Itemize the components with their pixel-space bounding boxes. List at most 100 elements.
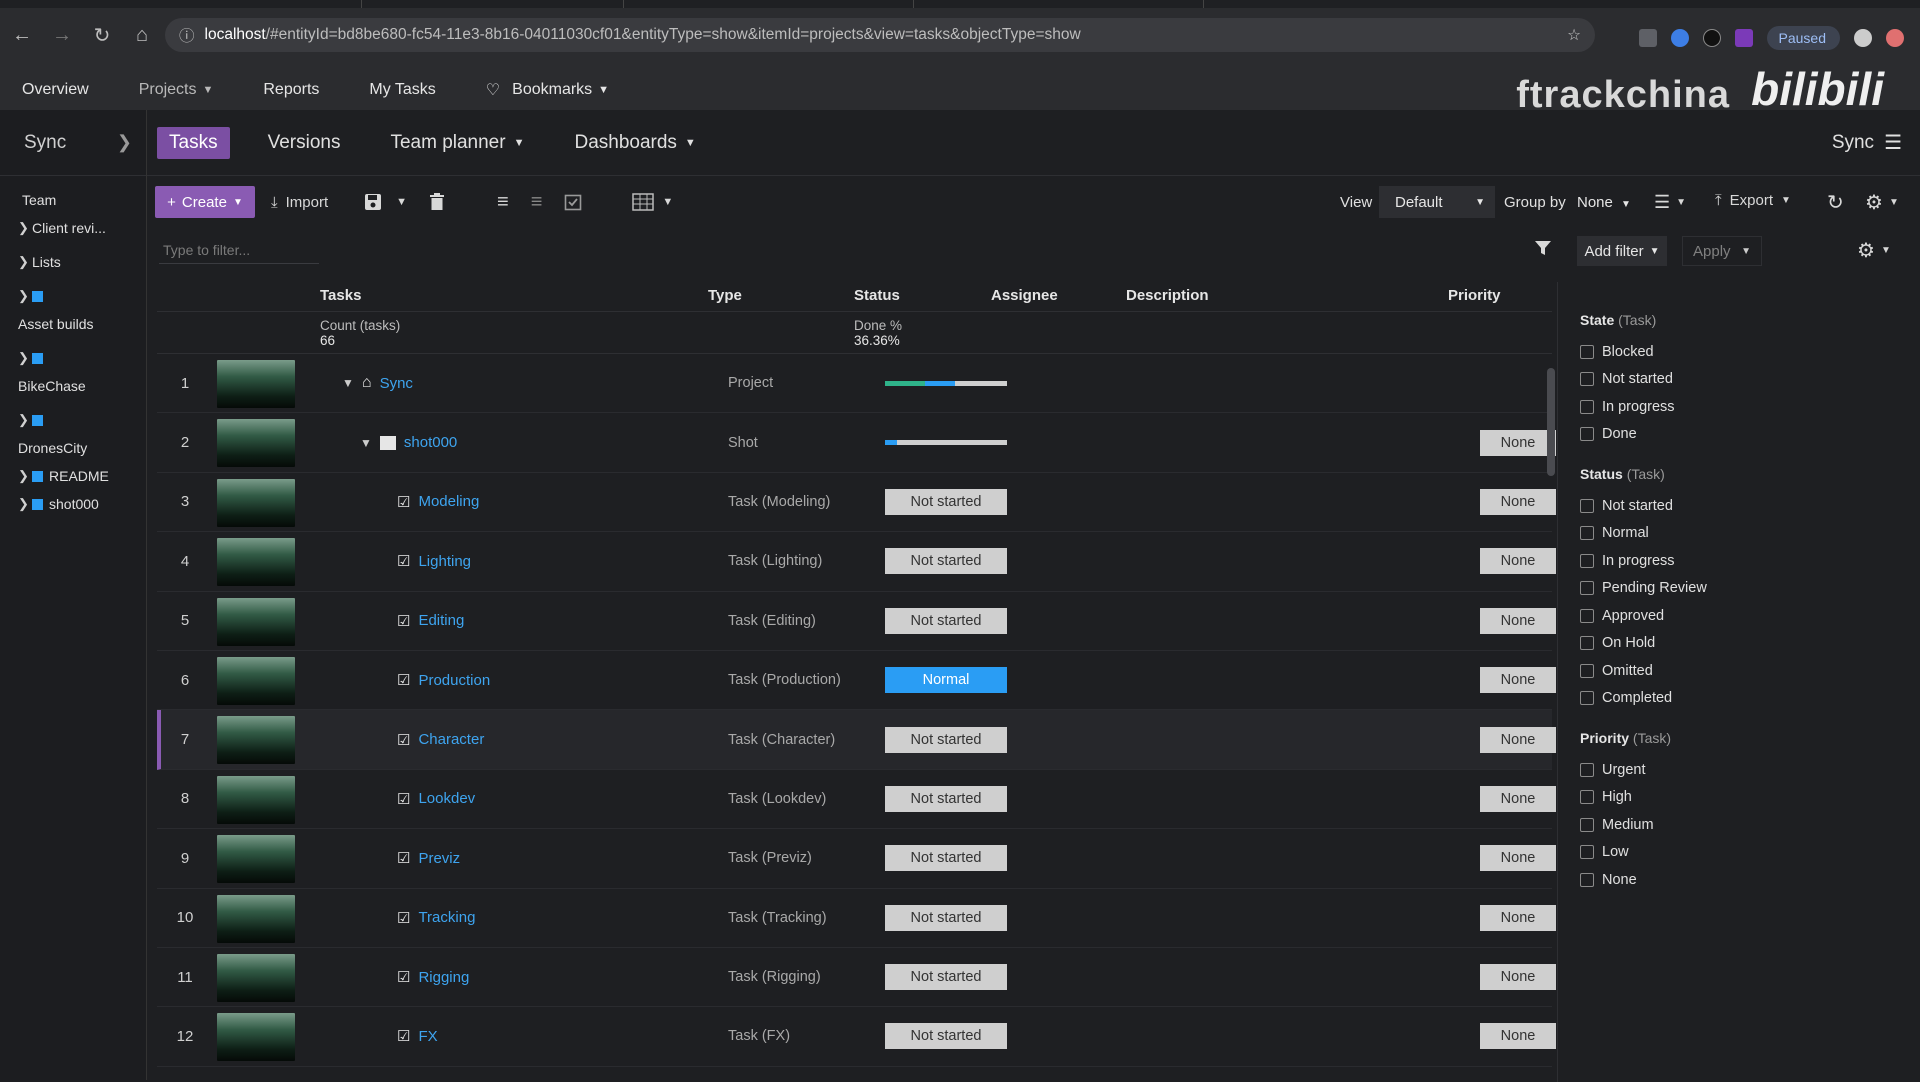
nav-overview[interactable]: Overview (22, 81, 89, 99)
column-header-priority[interactable]: Priority (1448, 287, 1501, 304)
sidebar-item-readme[interactable]: ❯ README (0, 462, 146, 490)
delete-button[interactable] (429, 193, 445, 211)
task-name[interactable]: Editing (418, 612, 464, 629)
checklist-button[interactable] (564, 193, 582, 211)
funnel-icon[interactable] (1534, 240, 1552, 256)
checkbox[interactable] (1580, 817, 1594, 832)
checkbox[interactable] (1580, 526, 1594, 541)
checkbox[interactable] (1580, 581, 1594, 596)
sidebar-item-folder[interactable]: ❯ (0, 406, 146, 434)
task-name-cell[interactable]: ☑ Rigging (397, 968, 469, 987)
refresh-button[interactable]: ↻ (1827, 190, 1844, 215)
tab-dashboards[interactable]: Dashboards ▼ (562, 127, 707, 159)
checkbox[interactable] (1580, 663, 1594, 678)
update-icon[interactable] (1886, 29, 1904, 47)
priority-cell[interactable]: None (1480, 488, 1556, 515)
table-row[interactable]: 8 ☑ Lookdev Task (Lookdev) Not started No… (157, 770, 1556, 830)
priority-cell[interactable]: None (1480, 785, 1556, 812)
thumbnail[interactable] (217, 597, 295, 646)
thumbnail[interactable] (217, 419, 295, 468)
checkbox[interactable] (1580, 427, 1594, 442)
table-row[interactable]: 2 ▼ shot000 Shot None (157, 413, 1556, 473)
grid-layout-button[interactable] (632, 193, 655, 211)
thumbnail[interactable] (217, 835, 295, 884)
nav-my-tasks[interactable]: My Tasks (369, 81, 435, 99)
save-view-button[interactable] (364, 193, 382, 211)
filter-option[interactable]: High (1580, 784, 1920, 812)
filter-option[interactable]: Normal (1580, 520, 1920, 548)
task-name-cell[interactable]: ☑ Character (397, 731, 484, 749)
status-badge[interactable]: Not started (885, 607, 1007, 634)
status-badge[interactable]: Not started (885, 1023, 1007, 1050)
thumbnail[interactable] (217, 953, 295, 1002)
status-badge[interactable]: Not started (885, 845, 1007, 872)
checkbox[interactable] (1580, 399, 1594, 414)
sidebar-item-shot000[interactable]: ❯ shot000 (0, 490, 146, 518)
table-row[interactable]: 5 ☑ Editing Task (Editing) Not started No… (157, 592, 1556, 651)
filter-option[interactable]: Omitted (1580, 657, 1920, 685)
create-button[interactable]: + Create ▼ (155, 186, 255, 218)
sidebar-item-client-review[interactable]: ❯ Client revi... (0, 214, 146, 242)
task-name-cell[interactable]: ▼ shot000 (360, 434, 457, 451)
view-select[interactable]: Default ▼ (1379, 186, 1495, 218)
checkbox[interactable] (1580, 372, 1594, 387)
sidebar-item-bikechase[interactable]: BikeChase (0, 372, 146, 400)
column-header-assignee[interactable]: Assignee (991, 287, 1058, 304)
checkbox[interactable] (1580, 608, 1594, 623)
group-by-select[interactable]: None ▼ (1577, 194, 1631, 211)
extension-icon[interactable] (1734, 29, 1753, 47)
task-name-cell[interactable]: ▼ ⌂ Sync (342, 374, 413, 392)
thumbnail[interactable] (217, 775, 295, 824)
priority-cell[interactable]: None (1480, 726, 1556, 753)
grid-scrollbar[interactable] (1547, 368, 1555, 476)
filter-option[interactable]: On Hold (1580, 630, 1920, 658)
task-name-cell[interactable]: ☑ Production (397, 671, 490, 690)
table-row[interactable]: 10 ☑ Tracking Task (Tracking) Not started… (157, 889, 1556, 948)
add-filter-button[interactable]: Add filter ▼ (1577, 236, 1667, 266)
priority-cell[interactable]: None (1480, 548, 1556, 575)
task-name[interactable]: shot000 (404, 434, 457, 451)
table-row[interactable]: 6 ☑ Production Task (Production) Normal N… (157, 651, 1556, 711)
column-header-type[interactable]: Type (708, 287, 742, 304)
table-row[interactable]: 1 ▼ ⌂ Sync Project (157, 354, 1552, 414)
sidebar-item-folder[interactable]: ❯ (0, 282, 146, 310)
checkbox[interactable] (1580, 845, 1594, 860)
sidebar-item-team[interactable]: Team (0, 186, 146, 214)
status-badge[interactable]: Not started (885, 785, 1007, 812)
grid-layout-dropdown[interactable]: ▼ (662, 196, 673, 208)
task-name[interactable]: Previz (418, 850, 460, 867)
avatar[interactable] (1854, 29, 1872, 47)
status-badge[interactable]: Not started (885, 726, 1007, 753)
priority-cell[interactable]: None (1480, 904, 1556, 931)
status-badge[interactable]: Normal (885, 667, 1007, 694)
sidebar-item-folder[interactable]: ❯ (0, 344, 146, 372)
status-badge[interactable]: Not started (885, 548, 1007, 575)
sidebar-item-dronescity[interactable]: DronesCity (0, 434, 146, 462)
checkbox[interactable] (1580, 872, 1594, 887)
task-name-cell[interactable]: ☑ Modeling (397, 493, 479, 511)
task-name[interactable]: Tracking (418, 909, 475, 926)
task-name-cell[interactable]: ☑ Tracking (397, 909, 475, 927)
sidebar-item-lists[interactable]: ❯ Lists (0, 248, 146, 276)
back-icon[interactable]: ← (4, 17, 40, 53)
checkbox[interactable] (1580, 498, 1594, 513)
filter-option[interactable]: Done (1580, 421, 1920, 449)
settings-button[interactable]: ⚙ ▼ (1865, 190, 1899, 215)
task-name-cell[interactable]: ☑ Previz (397, 849, 460, 868)
task-name[interactable]: Character (418, 731, 484, 748)
extension-icon[interactable] (1702, 29, 1721, 47)
task-name[interactable]: Modeling (418, 493, 479, 510)
table-row[interactable]: 3 ☑ Modeling Task (Modeling) Not started … (157, 473, 1556, 533)
task-name-cell[interactable]: ☑ FX (397, 1027, 438, 1046)
thumbnail[interactable] (217, 478, 295, 527)
filter-option[interactable]: In progress (1580, 547, 1920, 575)
table-row[interactable]: 7 ☑ Character Task (Character) Not starte… (157, 710, 1556, 770)
filter-option[interactable]: Completed (1580, 685, 1920, 713)
address-bar[interactable]: ⓘ localhost/#entityId=bd8be680-fc54-11e3… (165, 18, 1595, 52)
filter-option[interactable]: Low (1580, 839, 1920, 867)
checkbox[interactable] (1580, 691, 1594, 706)
filter-option[interactable]: Medium (1580, 811, 1920, 839)
column-header-status[interactable]: Status (854, 287, 900, 304)
status-badge[interactable]: Not started (885, 964, 1007, 991)
priority-cell[interactable]: None (1480, 1023, 1556, 1050)
